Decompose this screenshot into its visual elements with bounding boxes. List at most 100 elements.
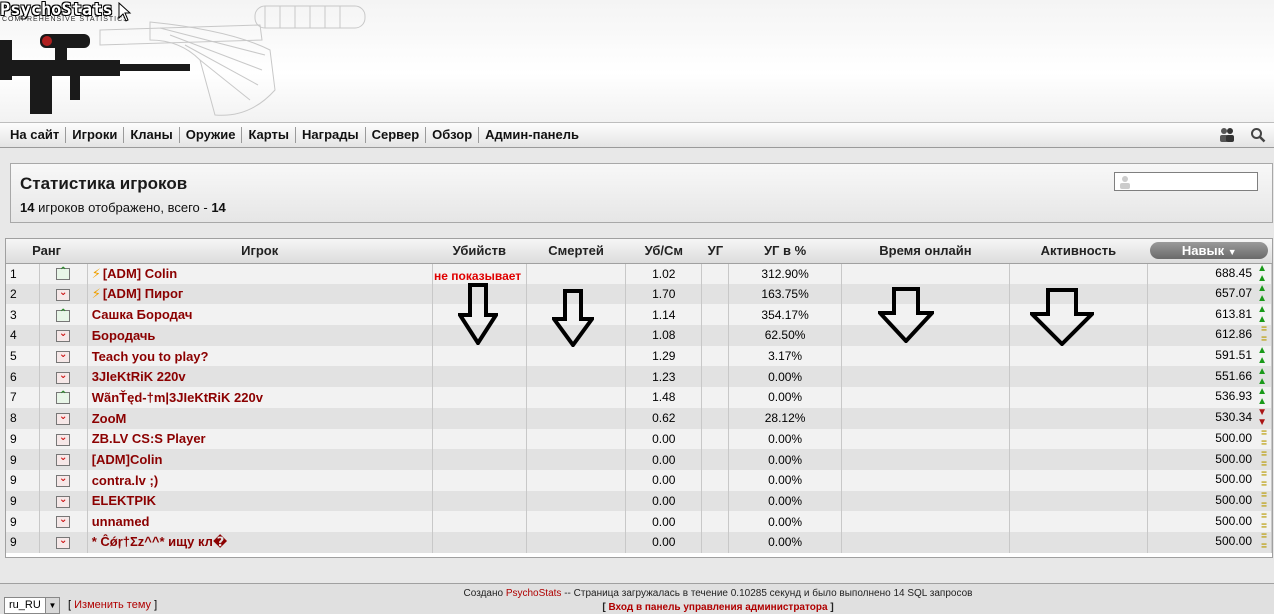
table-row[interactable]: 9 ⌄ ELEKTPIK 0.00 0.00% 500.00 = = xyxy=(6,490,1273,512)
deaths-cell xyxy=(526,366,627,388)
player-name-cell[interactable]: 3JIeKtRiK 220v xyxy=(87,366,433,388)
rank-cell: 9 xyxy=(6,490,40,512)
nav-item-admin-panel[interactable]: Админ-панель xyxy=(479,127,585,143)
online-time-cell xyxy=(841,366,1011,388)
search-icon[interactable] xyxy=(1250,127,1266,143)
col-header-online-time[interactable]: Время онлайн xyxy=(841,239,1010,264)
nav-item-site[interactable]: На сайт xyxy=(4,127,67,143)
col-header-headshots[interactable]: УГ xyxy=(701,239,729,264)
table-row[interactable]: 9 ⌄ * Ĉǿŗ†Σz^^* ищу кл� 0.00 0.00% 500.00 = = xyxy=(6,531,1273,553)
headshots-cell xyxy=(701,407,730,429)
player-name-link[interactable]: Teach you to play? xyxy=(92,349,209,364)
player-name-link[interactable]: 3JIeKtRiK 220v xyxy=(92,369,186,384)
col-header-rank[interactable]: Ранг xyxy=(6,239,88,264)
rank-down-icon: ⌄ xyxy=(56,328,71,343)
kills-cell xyxy=(432,387,527,408)
player-name-cell[interactable]: Teach you to play? xyxy=(87,345,433,367)
player-name-cell[interactable]: ELEKTPIK xyxy=(87,490,433,512)
nav-item-overview[interactable]: Обзор xyxy=(426,127,480,143)
player-name-link[interactable]: [ADM] Colin xyxy=(103,266,177,281)
player-name-link[interactable]: WãnŤęd-†m|3JIeKtRiK 220v xyxy=(92,390,263,405)
skill-sort-pill[interactable]: Навык ▼ xyxy=(1150,242,1269,260)
table-row[interactable]: 1 ⌃ ⚡ [ADM] Colin 1.02 312.90% 688.45 ▲ ▲ xyxy=(6,263,1273,284)
col-header-headshot-pct[interactable]: УГ в % xyxy=(728,239,842,264)
table-row[interactable]: 5 ⌄ Teach you to play? 1.29 3.17% 591.51 ▲ ▲ xyxy=(6,345,1273,367)
rank-cell: 9 xyxy=(6,531,40,553)
online-time-cell xyxy=(841,387,1011,408)
language-select[interactable]: ru_RU ▼ xyxy=(4,597,60,614)
nav-item-server[interactable]: Сервер xyxy=(366,127,427,143)
activity-cell xyxy=(1009,511,1148,532)
users-icon[interactable] xyxy=(1218,127,1236,143)
deaths-cell xyxy=(526,428,627,450)
user-icon xyxy=(1120,176,1130,189)
player-name-link[interactable]: [ADM] Пирог xyxy=(103,286,184,301)
player-name-cell[interactable]: ZooM xyxy=(87,407,433,429)
headshots-cell xyxy=(701,325,730,346)
player-name-link[interactable]: unnamed xyxy=(92,514,150,529)
chevron-down-icon: ▼ xyxy=(45,598,59,613)
skill-trend-same-icon: = = xyxy=(1261,511,1267,532)
headshot-pct-cell: 62.50% xyxy=(728,325,842,346)
table-row[interactable]: 6 ⌄ 3JIeKtRiK 220v 1.23 0.00% 551.66 ▲ ▲ xyxy=(6,366,1273,388)
table-row[interactable]: 9 ⌄ contra.lv ;) 0.00 0.00% 500.00 = = xyxy=(6,469,1273,491)
player-name-link[interactable]: ZooM xyxy=(92,411,127,426)
col-header-kills[interactable]: Убийств xyxy=(432,239,527,264)
nav-item-players[interactable]: Игроки xyxy=(66,127,125,143)
player-name-link[interactable]: [ADM]Colin xyxy=(92,452,163,467)
player-name-cell[interactable]: ⚡ [ADM] Colin xyxy=(87,263,433,284)
player-name-cell[interactable]: contra.lv ;) xyxy=(87,469,433,491)
rank-cell: 2 xyxy=(6,283,40,305)
rank-change-cell: ⌃ xyxy=(39,263,88,284)
player-name-link[interactable]: ZB.LV CS:S Player xyxy=(92,431,206,446)
player-name-link[interactable]: ELEKTPIK xyxy=(92,493,156,508)
table-row[interactable]: 8 ⌄ ZooM 0.62 28.12% 530.34 ▼ ▼ xyxy=(6,407,1273,429)
player-name-link[interactable]: Сашка Бородач xyxy=(92,307,193,322)
footer-load-time: -- Страница загружалась в течение 0.1028… xyxy=(561,588,973,599)
nav-item-weapons[interactable]: Оружие xyxy=(180,127,243,143)
player-name-link[interactable]: Бородачь xyxy=(92,328,156,343)
player-name-cell[interactable]: ⚡ [ADM] Пирог xyxy=(87,283,433,305)
change-theme-wrapper: [ Изменить тему ] xyxy=(68,599,158,611)
deaths-cell xyxy=(526,263,627,284)
online-time-cell xyxy=(841,345,1011,367)
player-name-cell[interactable]: [ADM]Colin xyxy=(87,449,433,470)
player-name-cell[interactable]: ZB.LV CS:S Player xyxy=(87,428,433,450)
skill-trend-up-icon: ▲ ▲ xyxy=(1257,263,1267,284)
skill-trend-same-icon: = = xyxy=(1261,428,1267,449)
psychostats-link[interactable]: PsychoStats xyxy=(506,588,562,599)
player-search-input[interactable] xyxy=(1114,172,1258,191)
player-name-cell[interactable]: Сашка Бородач xyxy=(87,304,433,326)
activity-cell xyxy=(1009,449,1148,470)
player-name-link[interactable]: contra.lv ;) xyxy=(92,473,158,488)
change-theme-link[interactable]: Изменить тему xyxy=(74,599,151,611)
player-name-link[interactable]: * Ĉǿŗ†Σz^^* ищу кл� xyxy=(92,534,228,549)
col-header-skill[interactable]: Навык ▼ xyxy=(1147,239,1272,264)
rank-change-cell: ⌄ xyxy=(39,283,88,305)
player-name-cell[interactable]: * Ĉǿŗ†Σz^^* ищу кл� xyxy=(87,531,433,553)
nav-item-awards[interactable]: Награды xyxy=(296,127,366,143)
skill-value: 688.45 xyxy=(1215,265,1252,280)
nav-item-clans[interactable]: Кланы xyxy=(124,127,180,143)
player-name-cell[interactable]: unnamed xyxy=(87,511,433,532)
kd-cell: 1.23 xyxy=(625,366,703,388)
rank-down-icon: ⌄ xyxy=(56,535,71,550)
player-name-cell[interactable]: Бородачь xyxy=(87,325,433,346)
player-name-cell[interactable]: WãnŤęd-†m|3JIeKtRiK 220v xyxy=(87,387,433,408)
admin-login-link[interactable]: Вход в панель управления администратора xyxy=(608,602,827,613)
headshot-pct-cell: 0.00% xyxy=(728,469,842,491)
col-header-activity[interactable]: Активность xyxy=(1009,239,1148,264)
col-header-kd[interactable]: Уб/См xyxy=(625,239,702,264)
rank-change-cell: ⌄ xyxy=(39,531,88,553)
table-row[interactable]: 9 ⌄ [ADM]Colin 0.00 0.00% 500.00 = = xyxy=(6,449,1273,470)
nav-item-maps[interactable]: Карты xyxy=(242,127,297,143)
table-row[interactable]: 9 ⌄ unnamed 0.00 0.00% 500.00 = = xyxy=(6,511,1273,532)
table-row[interactable]: 7 ⌃ WãnŤęd-†m|3JIeKtRiK 220v 1.48 0.00% 536.9… xyxy=(6,387,1273,408)
logo-subtitle: COMPREHENSIVE STATISTICS xyxy=(2,16,129,23)
rank-change-cell: ⌄ xyxy=(39,449,88,470)
table-row[interactable]: 9 ⌄ ZB.LV CS:S Player 0.00 0.00% 500.00 = = xyxy=(6,428,1273,450)
col-header-deaths[interactable]: Смертей xyxy=(526,239,626,264)
col-header-player[interactable]: Игрок xyxy=(87,239,433,264)
headshots-cell xyxy=(701,490,730,512)
players-table: Ранг Игрок Убийств Смертей Уб/См УГ УГ в… xyxy=(6,239,1273,553)
